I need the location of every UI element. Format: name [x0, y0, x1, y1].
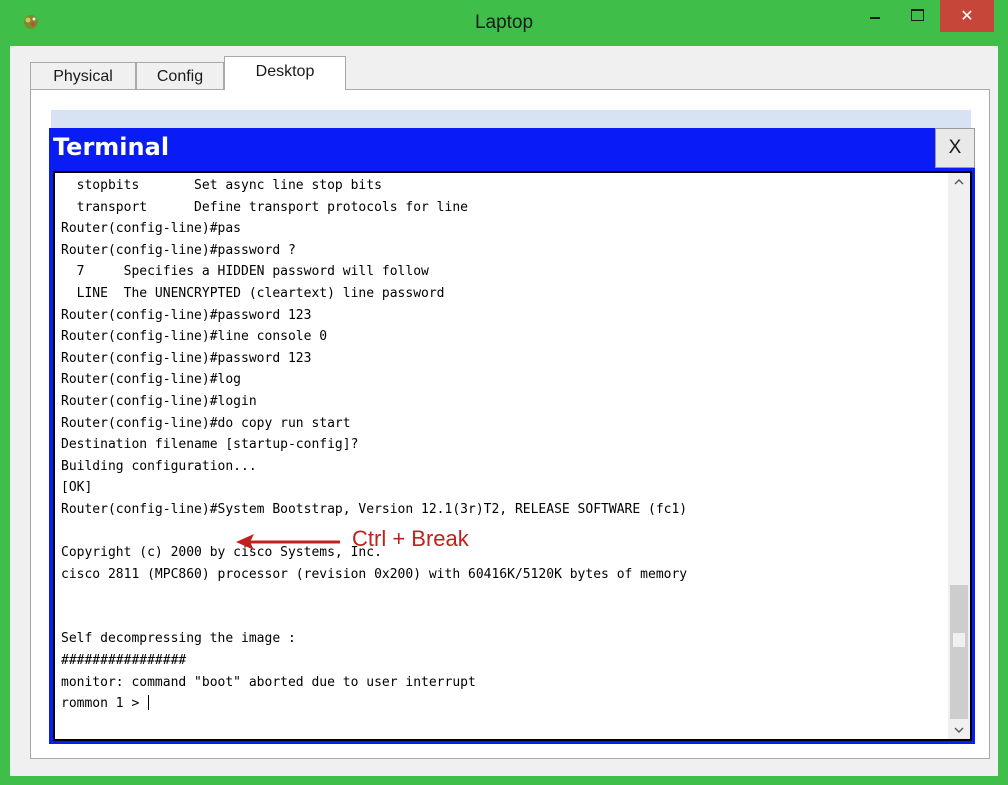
window-client-area: Physical Config Desktop Terminal X stopb… — [10, 46, 998, 776]
terminal-line: Destination filename [startup-config]? — [61, 437, 359, 453]
terminal-console[interactable]: stopbits Set async line stop bits transp… — [53, 171, 972, 741]
terminal-line: Router(config-line)#login — [61, 393, 257, 409]
terminal-scrollbar[interactable] — [948, 173, 970, 739]
terminal-line: cisco 2811 (MPC860) processor (revision … — [61, 566, 688, 582]
close-icon: ✕ — [960, 6, 974, 25]
terminal-line: transport Define transport protocols for… — [61, 199, 468, 215]
terminal-line: monitor: command "boot" aborted due to u… — [61, 674, 476, 690]
desktop-apps-strip — [51, 110, 971, 130]
terminal-line: rommon 1 > — [61, 696, 148, 712]
ctrl-break-annotation: Ctrl + Break — [234, 526, 534, 556]
scroll-grip — [953, 633, 965, 647]
tab-config[interactable]: Config — [136, 62, 224, 89]
chevron-down-icon — [954, 727, 964, 733]
terminal-line: Router(config-line)#line console 0 — [61, 329, 328, 345]
terminal-line: Router(config-line)#password 123 — [61, 350, 312, 366]
terminal-line: Router(config-line)#password 123 — [61, 307, 312, 323]
laptop-window: Laptop ✕ Physical Config Desktop Termina… — [0, 0, 1008, 785]
terminal-line: Router(config-line)#log — [61, 372, 242, 388]
terminal-close-button[interactable]: X — [935, 128, 975, 168]
terminal-line: stopbits Set async line stop bits — [61, 178, 382, 193]
desktop-panel: Terminal X stopbits Set async line stop … — [30, 89, 990, 759]
terminal-line: Building configuration... — [61, 458, 257, 474]
tab-desktop[interactable]: Desktop — [224, 56, 346, 90]
maximize-icon — [911, 9, 924, 21]
terminal-window: Terminal X stopbits Set async line stop … — [49, 128, 975, 744]
tab-physical[interactable]: Physical — [30, 62, 136, 89]
minimize-button[interactable] — [858, 0, 892, 32]
text-cursor — [148, 695, 150, 711]
terminal-line: ################ — [61, 653, 187, 669]
maximize-button[interactable] — [900, 0, 934, 32]
terminal-title: Terminal — [53, 133, 170, 161]
terminal-line: LINE The UNENCRYPTED (cleartext) line pa… — [61, 285, 445, 301]
scroll-down-button[interactable] — [948, 721, 970, 739]
terminal-line: [OK] — [61, 480, 93, 496]
window-title: Laptop — [474, 12, 534, 33]
terminal-line: Router(config-line)#password ? — [61, 242, 296, 258]
title-bar[interactable]: Laptop ✕ — [0, 0, 1008, 46]
terminal-output[interactable]: stopbits Set async line stop bits transp… — [61, 175, 941, 739]
arrow-left-icon — [236, 534, 340, 550]
scroll-up-button[interactable] — [948, 173, 970, 191]
terminal-line: Router(config-line)#pas — [61, 221, 242, 237]
chevron-up-icon — [954, 179, 964, 185]
terminal-line: 7 Specifies a HIDDEN password will follo… — [61, 264, 429, 280]
terminal-line: Self decompressing the image : — [61, 631, 296, 647]
terminal-line: Router(config-line)#do copy run start — [61, 415, 351, 431]
annotation-label: Ctrl + Break — [352, 526, 469, 551]
terminal-line: Router(config-line)#System Bootstrap, Ve… — [61, 501, 688, 517]
scroll-thumb[interactable] — [950, 585, 968, 719]
minimize-icon — [870, 17, 880, 19]
close-button[interactable]: ✕ — [940, 0, 994, 32]
